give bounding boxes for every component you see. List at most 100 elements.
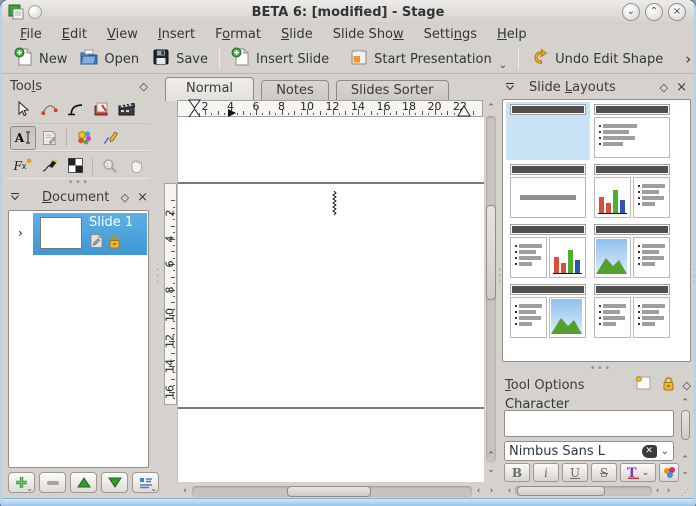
splitter-handle[interactable]: ··· [498, 268, 501, 286]
remove-slide-button[interactable] [39, 472, 66, 493]
menu-file[interactable]: File [10, 27, 52, 42]
slide-layout-title-image-bullets[interactable] [590, 222, 674, 280]
move-slide-down-button[interactable] [101, 472, 128, 493]
tools-panel-header[interactable]: Tools ◇ [10, 77, 148, 95]
undo-button[interactable]: Undo Edit Shape [524, 45, 669, 73]
menu-slide-show[interactable]: Slide Show [323, 27, 414, 42]
combo-dropdown-icon[interactable]: ⌄ [661, 446, 669, 457]
toolbar-overflow-arrow[interactable]: › [685, 50, 691, 68]
save-button[interactable]: Save [145, 45, 214, 73]
horizontal-ruler[interactable]: 246810121416182022 [177, 100, 483, 117]
scrollbar-thumb[interactable] [486, 205, 496, 300]
scroll-left-icon[interactable]: ‹ [652, 487, 663, 496]
scroll-left-icon[interactable]: ‹ [178, 487, 192, 496]
scroll-left-icon[interactable]: ‹ [504, 487, 515, 496]
underline-button[interactable]: U [562, 463, 588, 482]
menu-view[interactable]: View [97, 27, 148, 42]
start-presentation-dropdown-arrow[interactable]: ⌄ [499, 61, 507, 71]
expander-icon[interactable]: › [18, 226, 23, 240]
bold-button[interactable]: B [504, 463, 530, 482]
scrollbar-thumb[interactable] [681, 410, 690, 440]
tab-slides-sorter[interactable]: Slides Sorter [336, 80, 449, 101]
vertical-ruler[interactable]: 246810121416 [164, 183, 177, 405]
slide-layout-title-bullets-image[interactable] [506, 282, 590, 340]
scroll-left-icon[interactable]: ‹ [472, 487, 485, 496]
scroll-up-icon[interactable]: ⌃ [484, 104, 498, 113]
close-panel-icon[interactable]: × [676, 81, 687, 94]
menu-help[interactable]: Help [487, 27, 537, 42]
collapse-panel-icon[interactable] [505, 82, 515, 93]
float-panel-icon[interactable]: ◇ [683, 380, 691, 391]
clear-text-icon[interactable]: ✕ [642, 445, 657, 458]
character-preview-box[interactable] [504, 410, 674, 437]
menu-edit[interactable]: Edit [52, 27, 97, 42]
insert-slide-button[interactable]: Insert Slide [225, 45, 335, 73]
slide-list-item[interactable]: › Slide 1 [9, 213, 148, 255]
selection-tool-button[interactable] [10, 97, 36, 121]
tab-normal[interactable]: Normal [165, 77, 254, 101]
highlight-color-button[interactable] [659, 463, 679, 482]
pan-tool-button[interactable] [123, 154, 149, 178]
slide-layout-title[interactable] [506, 102, 590, 160]
float-panel-icon[interactable]: ◇ [660, 82, 668, 93]
title-bar[interactable]: BETA 6: [modified] - Stage ⌄ ⌃ × [2, 0, 694, 24]
canvas-horizontal-scrollbar[interactable]: ‹ ‹ › [178, 484, 498, 499]
document-panel-header[interactable]: Document ◇ × [10, 188, 148, 206]
italic-button[interactable]: i [533, 463, 559, 482]
scrollbar-thumb[interactable] [287, 486, 371, 497]
scroll-right-icon[interactable]: › [485, 487, 498, 496]
menu-insert[interactable]: Insert [148, 27, 205, 42]
path-edit-tool-button[interactable] [36, 97, 62, 121]
pattern-edit-tool-button[interactable] [62, 154, 88, 178]
panel-resize-handle[interactable]: ••• [68, 181, 90, 185]
float-panel-icon[interactable]: ◇ [121, 192, 129, 203]
slide-layout-title-bullets[interactable] [590, 102, 674, 160]
font-family-combo[interactable]: Nimbus Sans L ✕ ⌄ [504, 441, 674, 461]
scroll-up-icon[interactable]: ⌃ [484, 452, 498, 461]
strikethrough-button[interactable]: S [591, 463, 617, 482]
text-color-button[interactable]: T⌄ [620, 463, 656, 482]
slide-layout-title-bullets-chart[interactable] [506, 222, 590, 280]
menu-settings[interactable]: Settings [414, 27, 487, 42]
stamp-tool-button[interactable] [88, 97, 114, 121]
scroll-up-icon[interactable]: ⌃ [678, 456, 692, 465]
zoom-tool-button[interactable]: 1:1 [97, 154, 123, 178]
scroll-down-icon[interactable]: ⌄ [678, 468, 692, 477]
float-panel-icon[interactable]: ◇ [140, 81, 148, 92]
slide-layouts-panel-header[interactable]: Slide Layouts ◇ × [505, 78, 687, 96]
scroll-right-icon[interactable]: › [663, 487, 674, 496]
animation-tool-button[interactable] [114, 97, 140, 121]
canvas-vertical-scrollbar[interactable]: ⌃ ⌃ ⌄ [484, 100, 498, 482]
menu-format[interactable]: Format [205, 27, 271, 42]
scrollbar-thumb[interactable] [517, 486, 605, 496]
close-button[interactable]: × [668, 3, 686, 21]
move-slide-up-button[interactable] [70, 472, 97, 493]
slide-canvas[interactable] [177, 117, 484, 482]
artistic-text-tool-button[interactable] [71, 126, 97, 150]
start-presentation-button[interactable]: Start Presentation ⌄ [343, 45, 513, 73]
text-tool-button[interactable]: A [10, 126, 36, 150]
scroll-up-icon[interactable]: ⌃ [678, 399, 692, 408]
slide-layout-title-textbox[interactable] [506, 162, 590, 220]
note-icon[interactable] [635, 376, 652, 394]
scroll-down-icon[interactable]: ⌄ [484, 466, 498, 475]
formula-tool-button[interactable]: Fx [10, 154, 36, 178]
window-edge-handle[interactable]: ··· [692, 268, 695, 286]
close-panel-icon[interactable]: × [137, 191, 148, 204]
calligraphy-tool-button[interactable] [36, 154, 62, 178]
maximize-button[interactable]: ⌃ [645, 3, 663, 21]
panel-resize-handle[interactable]: ••• [590, 367, 612, 371]
connection-tool-button[interactable] [62, 97, 88, 121]
notes-tool-button[interactable] [36, 126, 62, 150]
tool-options-horizontal-scrollbar[interactable]: ‹ ‹ › [504, 484, 674, 498]
lock-icon[interactable] [662, 376, 675, 395]
menu-slide[interactable]: Slide [271, 27, 323, 42]
tool-options-panel-header[interactable]: Tool Options ◇ [505, 376, 691, 394]
freehand-tool-button[interactable] [97, 126, 123, 150]
collapse-panel-icon[interactable] [10, 192, 20, 203]
shade-button[interactable]: ⌄ [622, 3, 640, 21]
tab-notes[interactable]: Notes [261, 80, 329, 101]
slide-thumbnail[interactable] [40, 217, 82, 249]
add-slide-button[interactable]: ⌄ [8, 472, 35, 493]
slide-layout-title-two-bullets[interactable] [590, 282, 674, 340]
